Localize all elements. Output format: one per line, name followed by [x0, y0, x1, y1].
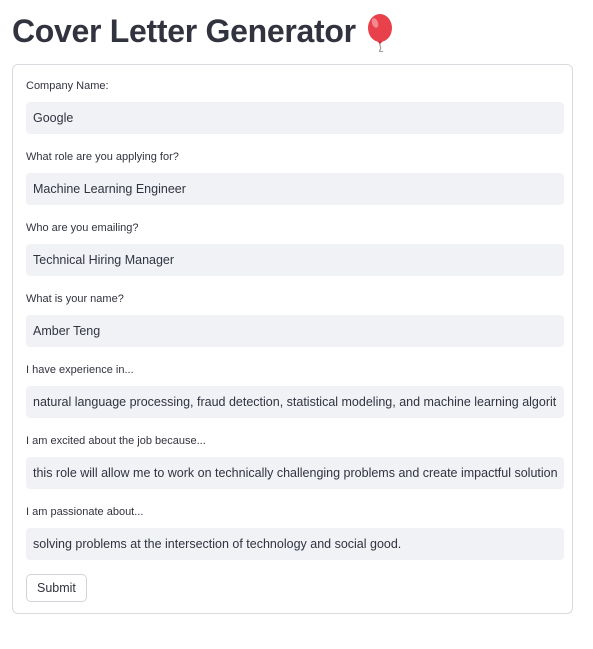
experience-input[interactable] [26, 386, 564, 418]
passion-input[interactable] [26, 528, 564, 560]
balloon-icon [367, 14, 392, 52]
company-name-field: Company Name: [26, 79, 564, 134]
name-label: What is your name? [26, 293, 124, 305]
name-field: What is your name? [26, 292, 564, 347]
title-row: Cover Letter Generator [12, 10, 396, 52]
excited-input[interactable] [26, 457, 564, 489]
excited-field: I am excited about the job because... [26, 434, 564, 489]
excited-label: I am excited about the job because... [26, 435, 206, 447]
passion-field: I am passionate about... [26, 505, 564, 560]
role-label: What role are you applying for? [26, 151, 179, 163]
recipient-input[interactable] [26, 244, 564, 276]
role-input[interactable] [26, 173, 564, 205]
cover-letter-form: Company Name: What role are you applying… [12, 64, 573, 614]
company-name-input[interactable] [26, 102, 564, 134]
recipient-label: Who are you emailing? [26, 222, 139, 234]
name-input[interactable] [26, 315, 564, 347]
role-field: What role are you applying for? [26, 150, 564, 205]
experience-field: I have experience in... [26, 363, 564, 418]
experience-label: I have experience in... [26, 364, 134, 376]
passion-label: I am passionate about... [26, 506, 144, 518]
company-name-label: Company Name: [26, 80, 109, 92]
page-title: Cover Letter Generator [12, 13, 356, 49]
recipient-field: Who are you emailing? [26, 221, 564, 276]
submit-button[interactable]: Submit [26, 574, 87, 602]
